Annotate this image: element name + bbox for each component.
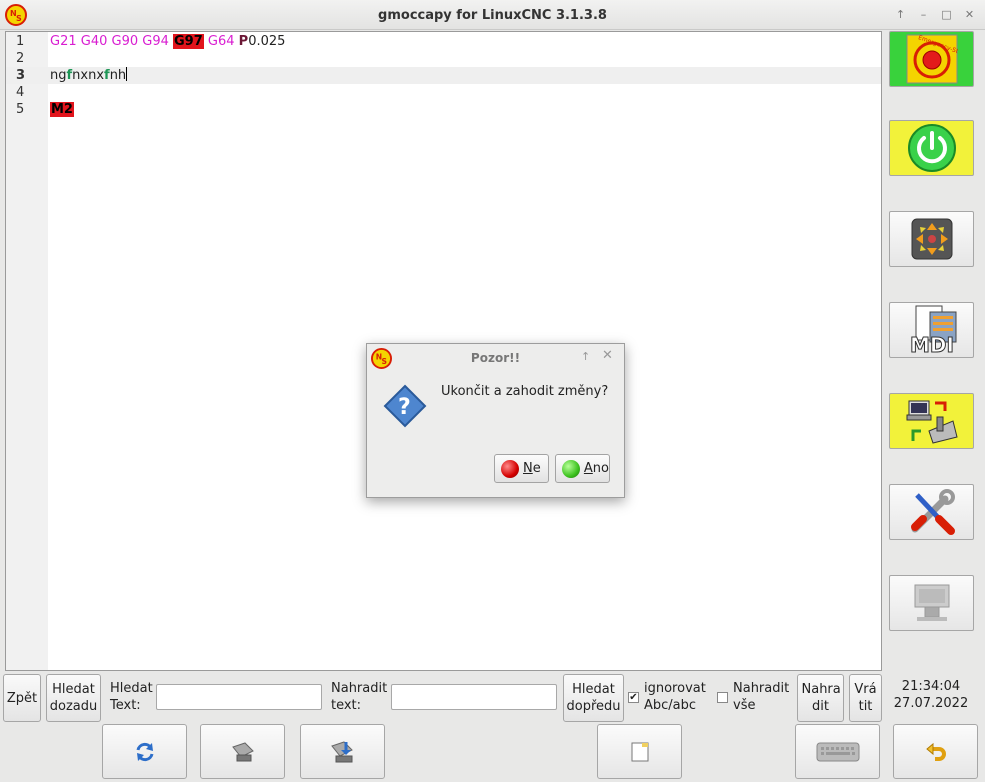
confirm-dialog: N S Pozor!! ↑ ✕ ? Ukončit a zahodit změn… [366,343,625,498]
line-number: 1 [16,34,25,49]
question-icon: ? [383,384,427,428]
undo-button[interactable]: Vrá tit [849,674,882,722]
mdi-mode-button[interactable]: MDI [889,302,974,358]
search-backward-button[interactable]: Hledat dozadu [46,674,101,722]
replace-text-label: Nahradit text: [331,681,388,713]
code-token: M2 [50,102,74,117]
user-tabs-button[interactable] [889,575,974,631]
dialog-message: Ukončit a zahodit změny? [441,384,609,399]
window-controls: ↑ – □ ✕ [889,4,981,26]
dialog-close-icon[interactable]: ✕ [602,348,613,363]
save-as-icon [330,740,353,762]
mdi-icon: MDI [909,305,956,356]
code-token: G97 [173,34,204,49]
editor-line[interactable]: 4 [6,84,881,101]
line-number: 4 [16,85,25,100]
bottom-toolbar [0,724,985,782]
window-up-icon[interactable]: ↑ [892,7,910,23]
back-button[interactable]: Zpět [3,674,41,722]
code-token: nxnx [72,68,105,83]
window-title: gmoccapy for LinuxCNC 3.1.3.8 [378,8,607,23]
line-code: M2 [50,101,74,118]
code-token: nh [109,68,127,83]
return-arrow-icon [925,742,946,761]
user-tabs-icon [914,584,949,621]
tools-icon [910,489,955,535]
line-number: 2 [16,51,25,66]
dialog-up-icon[interactable]: ↑ [581,350,590,363]
title-bar: N S gmoccapy for LinuxCNC 3.1.3.8 ↑ – □ … [0,0,985,30]
text-cursor [126,67,128,81]
line-code: G21 G40 G90 G94 G97 G64 P0.025 [50,33,285,50]
save-as-button[interactable] [300,724,385,779]
ignore-case-label: ignorovat Abc/abc [644,681,706,713]
code-token: G64 [203,34,239,49]
green-light-icon [562,459,580,478]
replace-button[interactable]: Nahra dit [797,674,844,722]
clock: 21:34:04 27.07.2022 [890,678,972,712]
window-minimize-icon[interactable]: – [915,7,933,23]
search-replace-bar: Zpět Hledat dozadu Hledat Text: Nahradit… [0,672,985,724]
keyboard-icon [816,742,859,761]
emergency-stop-icon: Emergency-Stop [906,34,958,84]
reload-button[interactable] [102,724,187,779]
svg-text:?: ? [398,395,411,420]
svg-text:MDI: MDI [910,333,954,356]
new-file-button[interactable] [597,724,682,779]
machine-power-button[interactable] [889,120,974,176]
editor-line[interactable]: 3 ngfnxnxfnh [6,67,881,84]
editor-line[interactable]: 1 G21 G40 G90 G94 G97 G64 P0.025 [6,33,881,50]
code-token: 0.025 [248,34,286,49]
window-close-icon[interactable]: ✕ [961,7,979,23]
manual-mode-button[interactable] [889,211,974,267]
code-token: P [238,34,249,49]
ignore-case-checkbox[interactable]: ✔ [628,692,639,703]
save-icon [231,741,254,761]
reload-icon [136,742,153,761]
clock-date: 27.07.2022 [893,696,969,711]
window-maximize-icon[interactable]: □ [938,7,956,23]
search-text-input[interactable] [156,684,322,710]
no-button[interactable]: Ne [494,454,549,483]
auto-mode-button[interactable] [889,393,974,449]
search-forward-button[interactable]: Hledat dopředu [563,674,624,722]
save-button[interactable] [200,724,285,779]
red-light-icon [501,459,519,478]
jog-arrows-icon [911,218,952,260]
line-number-gutter [6,32,48,670]
auto-machine-icon [906,400,958,444]
clock-time: 21:34:04 [901,679,961,694]
keyboard-button[interactable] [795,724,880,779]
editor-line[interactable]: 2 [6,50,881,67]
new-file-icon [631,742,648,761]
code-token: ng [50,68,67,83]
line-number: 5 [16,102,25,117]
replace-all-checkbox[interactable] [717,692,728,703]
line-code: ngfnxnxfnh [50,67,128,84]
line-number: 3 [16,68,26,83]
yes-button[interactable]: Ano [555,454,610,483]
settings-button[interactable] [889,484,974,540]
emergency-stop-button[interactable]: Emergency-Stop [889,31,974,87]
editor-line[interactable]: 5 M2 [6,101,881,118]
code-token: G21 G40 G90 G94 [50,34,173,49]
undo-exit-button[interactable] [893,724,978,779]
replace-text-input[interactable] [391,684,557,710]
search-text-label: Hledat Text: [110,681,153,713]
replace-all-label: Nahradit vše [733,681,790,713]
power-icon [907,124,956,172]
